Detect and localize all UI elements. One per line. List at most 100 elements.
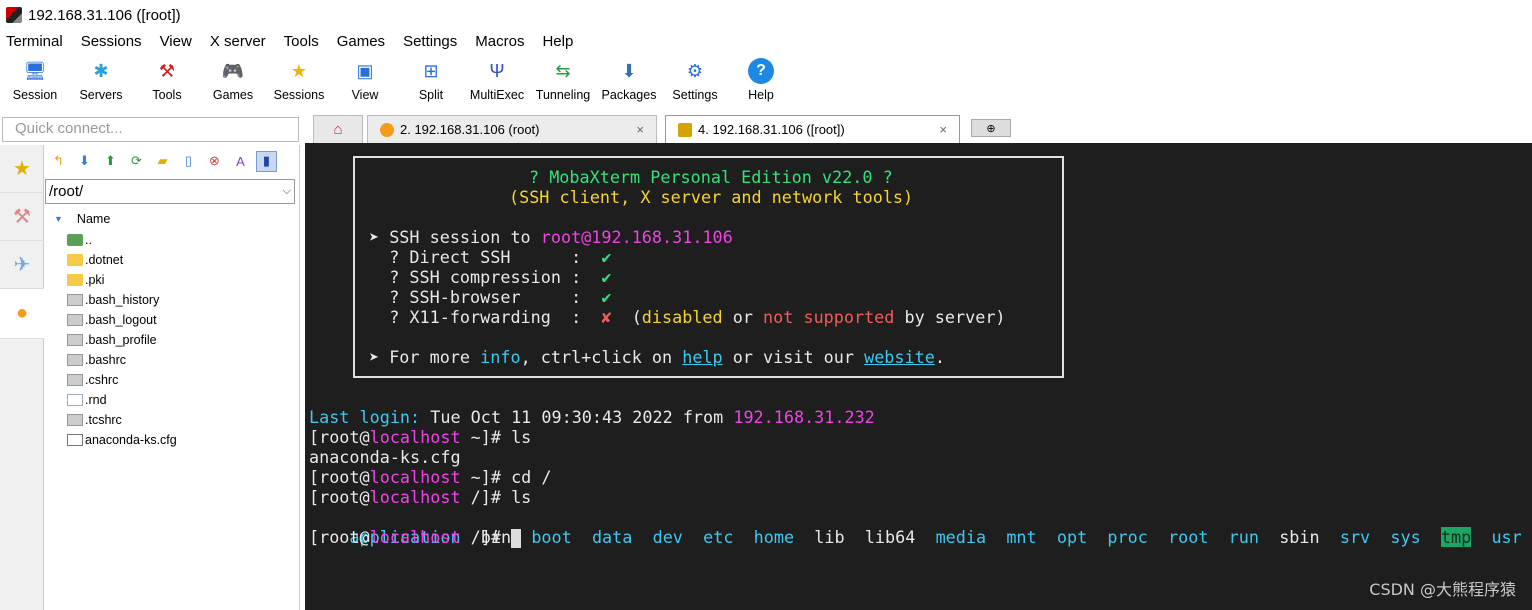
new-folder-icon[interactable]: ▰ <box>152 151 173 172</box>
check-icon: ✔ <box>601 247 612 267</box>
website-link[interactable]: website <box>864 347 935 367</box>
file-row[interactable]: .tcshrc <box>44 410 299 430</box>
dir-entry: opt <box>1056 527 1088 547</box>
sftp-browser: ↰ ⬇ ⬆ ⟳ ▰ ▯ ⊗ A ▮ /root/ ⌵ ▼ Name .. .do… <box>44 145 300 610</box>
parent-folder-icon[interactable]: ↰ <box>48 151 69 172</box>
menu-settings[interactable]: Settings <box>403 33 457 50</box>
dir-entry: media <box>935 527 987 547</box>
menu-games[interactable]: Games <box>337 33 385 50</box>
session-globe-icon <box>380 122 394 137</box>
file-row[interactable]: .bashrc <box>44 350 299 370</box>
chevron-down-icon: ⌵ <box>282 185 291 197</box>
quick-connect-input[interactable]: Quick connect... <box>2 117 299 142</box>
file-row[interactable]: .dotnet <box>44 250 299 270</box>
menu-macros[interactable]: Macros <box>475 33 524 50</box>
games-icon: 🎮 <box>221 60 245 81</box>
menu-sessions[interactable]: Sessions <box>81 33 142 50</box>
file-row[interactable]: anaconda-ks.cfg <box>44 430 299 450</box>
banner-subtitle: (SSH client, X server and network tools) <box>509 187 914 207</box>
terminal-cursor <box>511 528 522 548</box>
sessions-button[interactable]: ★ Sessions <box>266 53 332 109</box>
dir-entry: usr <box>1491 527 1522 547</box>
menu-view[interactable]: View <box>160 33 192 50</box>
output-line: anaconda-ks.cfg <box>309 447 461 467</box>
split-button[interactable]: ⊞ Split <box>398 53 464 109</box>
menu-tools[interactable]: Tools <box>284 33 319 50</box>
column-header-name[interactable]: ▼ Name <box>44 208 299 230</box>
more-info-line: ➤ For more info, ctrl+click on help or v… <box>369 347 945 367</box>
cross-icon: ✘ <box>601 307 612 327</box>
session-pen-icon <box>678 122 692 137</box>
sidebar-tab-macros[interactable]: ✈ <box>0 241 44 289</box>
new-tab-button[interactable]: ⊕ <box>971 119 1011 137</box>
packages-button[interactable]: ⬇ Packages <box>596 53 662 109</box>
sftp-toolbar: ↰ ⬇ ⬆ ⟳ ▰ ▯ ⊗ A ▮ <box>44 145 299 177</box>
split-icon: ⊞ <box>423 60 439 81</box>
dir-entry: dev <box>652 527 683 547</box>
sidebar-vertical-tabs: ★ ⚒ ✈ ● <box>0 145 44 610</box>
watermark: CSDN @大熊程序猿 <box>1369 580 1516 599</box>
direct-ssh-line: ? Direct SSH : ✔ <box>369 247 612 267</box>
download-icon[interactable]: ⬇ <box>74 151 95 172</box>
tab-session-4[interactable]: 4. 192.168.31.106 ([root]) × <box>665 115 960 143</box>
terminal[interactable]: ? MobaXterm Personal Edition v22.0 ? (SS… <box>305 143 1532 610</box>
file-row[interactable]: .cshrc <box>44 370 299 390</box>
file-icon <box>67 334 83 346</box>
prompt-line: [root@localhost ~]# ls <box>309 427 532 447</box>
multiexec-icon: Ψ <box>489 60 505 81</box>
menu-help[interactable]: Help <box>542 33 573 50</box>
sidebar-tab-sessions[interactable]: ★ <box>0 145 44 193</box>
rename-icon[interactable]: A <box>230 151 251 172</box>
tunneling-icon: ⇆ <box>555 60 571 81</box>
star-icon: ★ <box>290 60 308 81</box>
menu-terminal[interactable]: Terminal <box>6 33 63 50</box>
session-button[interactable]: 🖥 Session <box>2 53 68 109</box>
folder-icon <box>67 274 83 286</box>
new-file-icon[interactable]: ▯ <box>178 151 199 172</box>
close-icon[interactable]: × <box>636 122 644 137</box>
dir-entry: root <box>1168 527 1209 547</box>
file-row[interactable]: .rnd <box>44 390 299 410</box>
sidebar-tab-tools[interactable]: ⚒ <box>0 193 44 241</box>
follow-terminal-icon[interactable]: ▮ <box>256 150 277 172</box>
tab-home[interactable]: ⌂ <box>313 115 363 143</box>
help-link[interactable]: help <box>682 347 722 367</box>
multiexec-button[interactable]: Ψ MultiExec <box>464 53 530 109</box>
banner-title: ? MobaXterm Personal Edition v22.0 ? <box>529 167 893 187</box>
view-button[interactable]: ▣ View <box>332 53 398 109</box>
menu-x-server[interactable]: X server <box>210 33 266 50</box>
dir-entry: lib64 <box>864 527 916 547</box>
file-icon <box>67 294 83 306</box>
games-button[interactable]: 🎮 Games <box>200 53 266 109</box>
servers-icon: ✱ <box>93 60 109 81</box>
dir-entry: lib <box>814 527 845 547</box>
dir-entry: proc <box>1107 527 1148 547</box>
star-icon: ★ <box>13 158 31 180</box>
file-icon <box>67 414 83 426</box>
settings-button[interactable]: ⚙ Settings <box>662 53 728 109</box>
tools-icon: ⚒ <box>13 206 31 228</box>
file-row[interactable]: .bash_history <box>44 290 299 310</box>
close-icon[interactable]: × <box>939 122 947 137</box>
upload-icon[interactable]: ⬆ <box>100 151 121 172</box>
tunneling-button[interactable]: ⇆ Tunneling <box>530 53 596 109</box>
path-select[interactable]: /root/ ⌵ <box>45 179 295 204</box>
dir-entry: mnt <box>1006 527 1037 547</box>
refresh-icon[interactable]: ⟳ <box>126 151 147 172</box>
sort-down-icon: ▼ <box>54 214 63 224</box>
file-row[interactable]: .. <box>44 230 299 250</box>
delete-icon[interactable]: ⊗ <box>204 151 225 172</box>
tools-button[interactable]: ⚒ Tools <box>134 53 200 109</box>
tab-session-2[interactable]: 2. 192.168.31.106 (root) × <box>367 115 657 143</box>
file-icon <box>67 374 83 386</box>
config-file-icon <box>67 434 83 446</box>
help-button[interactable]: ? Help <box>728 53 794 109</box>
home-icon: ⌂ <box>333 121 343 138</box>
file-row[interactable]: .bash_profile <box>44 330 299 350</box>
dir-entry: srv <box>1339 527 1371 547</box>
prompt-line: [root@localhost /]# <box>309 527 522 548</box>
sidebar-tab-sftp[interactable]: ● <box>0 289 44 339</box>
file-row[interactable]: .pki <box>44 270 299 290</box>
servers-button[interactable]: ✱ Servers <box>68 53 134 109</box>
file-row[interactable]: .bash_logout <box>44 310 299 330</box>
